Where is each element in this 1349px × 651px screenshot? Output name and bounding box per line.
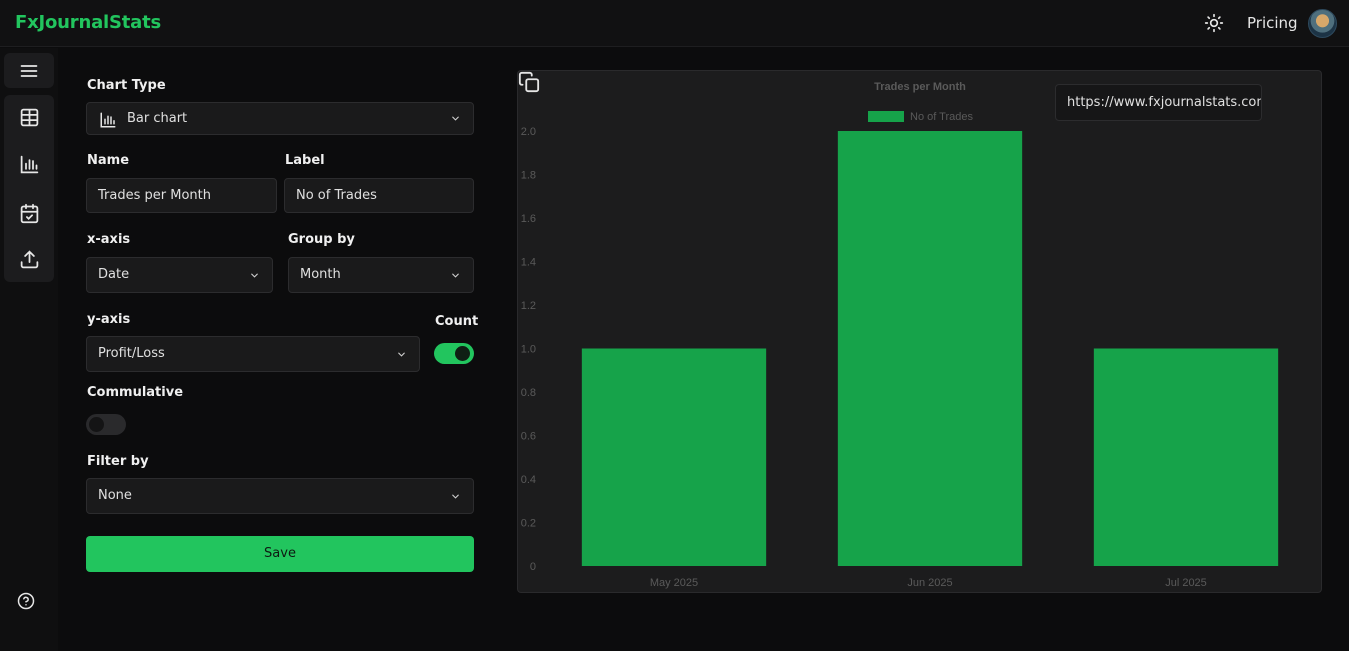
chevron-down-icon [251,273,258,278]
legend-swatch [868,111,904,122]
sidebar-item-table[interactable] [4,95,54,140]
toggle-knob [89,417,104,432]
name-input[interactable]: Trades per Month [86,178,277,213]
save-button[interactable]: Save [86,536,474,572]
y-tick-label: 1.2 [521,300,536,312]
bar-chart: Trades per Month No of Trades 0 0.2 0.4 0.6… [521,81,1279,589]
filter-by-select[interactable]: None [86,478,474,514]
y-tick-label: 0 [530,561,536,573]
x-tick-label: Jul 2025 [1165,577,1207,589]
chart-type-label: Chart Type [87,78,166,93]
top-bar: FxJournalStats Pricing [0,0,1349,47]
name-label: Name [87,153,130,168]
bar[interactable] [1093,348,1279,567]
brand-logo[interactable]: FxJournalStats [15,12,161,33]
y-tick-label: 0.6 [521,431,536,443]
share-url-value: https://www.fxjournalstats.com [1067,95,1262,110]
x-axis-label: x-axis [87,232,131,247]
y-axis-label: y-axis [87,312,131,327]
help-circle-icon[interactable] [17,592,35,610]
chevron-down-icon [398,352,405,357]
legend-label: No of Trades [910,111,973,123]
bar-chart-icon [100,112,116,128]
y-tick-label: 1.4 [521,257,536,269]
y-tick-label: 0.8 [521,387,536,399]
x-axis: May 2025 Jun 2025 Jul 2025 [650,577,1207,589]
bars [581,131,1279,567]
filter-by-label: Filter by [87,454,149,469]
x-axis-value: Date [98,267,130,282]
y-tick-label: 2.0 [521,126,536,138]
y-tick-label: 1.0 [521,344,536,356]
menu-icon [20,64,38,77]
y-axis-select[interactable]: Profit/Loss [86,336,420,372]
sidebar-item-calendar[interactable] [4,191,54,236]
group-by-select[interactable]: Month [288,257,474,293]
bar[interactable] [837,131,1023,566]
chevron-down-icon [452,116,459,121]
y-tick-label: 1.6 [521,213,536,225]
label-input[interactable]: No of Trades [284,178,474,213]
toggle-knob [455,346,470,361]
y-tick-label: 0.2 [521,518,536,530]
x-tick-label: May 2025 [650,577,698,589]
sidebar-nav [4,95,54,282]
chart-type-select[interactable]: Bar chart [86,102,474,135]
chart-type-value: Bar chart [127,111,188,126]
count-label: Count [435,314,479,329]
y-tick-label: 0.4 [521,474,536,486]
sun-icon[interactable] [1204,13,1224,33]
bar-chart-icon [20,155,38,174]
chart-title: Trades per Month [874,81,966,93]
calendar-check-icon [20,203,38,224]
group-by-label: Group by [288,232,355,247]
pricing-link[interactable]: Pricing [1247,14,1298,32]
sidebar [0,48,58,651]
sidebar-item-upload[interactable] [4,237,54,282]
upload-icon [20,250,38,269]
menu-button[interactable] [4,53,54,88]
x-tick-label: Jun 2025 [907,577,952,589]
sidebar-item-charts[interactable] [4,142,54,187]
name-value: Trades per Month [98,188,211,203]
y-tick-label: 1.8 [521,170,536,182]
chevron-down-icon [452,494,459,499]
bar[interactable] [581,348,767,567]
share-url-field[interactable]: https://www.fxjournalstats.com [1055,84,1262,121]
group-by-value: Month [300,267,341,282]
label-value: No of Trades [296,188,377,203]
y-axis: 0 0.2 0.4 0.6 0.8 1.0 1.2 1.4 1.6 1.8 2.0 [521,126,536,573]
filter-by-value: None [98,488,132,503]
label-label: Label [285,153,325,168]
x-axis-select[interactable]: Date [86,257,273,293]
copy-icon[interactable] [518,71,540,93]
count-toggle[interactable] [434,343,474,364]
chart-panel: Trades per Month No of Trades 0 0.2 0.4 0.6… [517,70,1322,593]
table-icon [20,108,38,127]
avatar[interactable] [1308,9,1337,38]
chevron-down-icon [452,273,459,278]
cumulative-toggle[interactable] [86,414,126,435]
cumulative-label: Commulative [87,385,184,400]
y-axis-value: Profit/Loss [98,346,165,361]
